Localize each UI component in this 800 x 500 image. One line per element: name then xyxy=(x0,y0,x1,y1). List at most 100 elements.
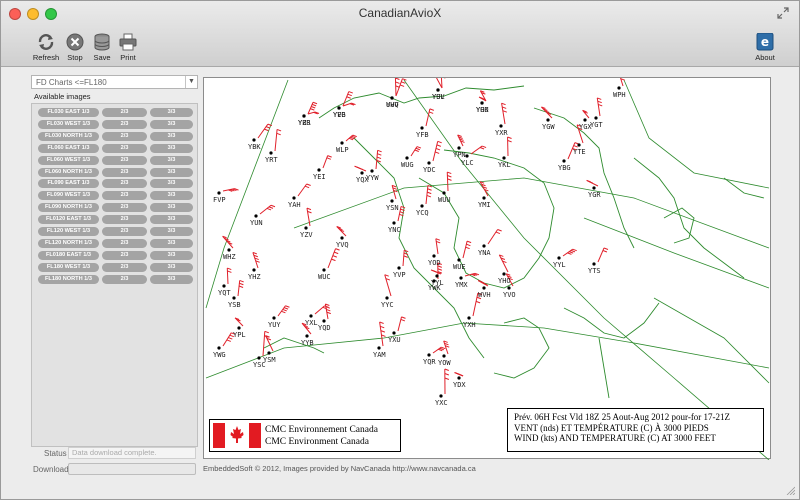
window-title: CanadianAvioX xyxy=(358,6,442,20)
wind-barb-tick xyxy=(447,171,452,175)
station-label: YBG xyxy=(558,164,571,172)
station-dot xyxy=(577,143,581,147)
image-part-2-button[interactable]: 2/3 xyxy=(102,131,147,141)
image-part-2-button[interactable]: 2/3 xyxy=(102,274,147,284)
image-part-1-button[interactable]: FL090 EAST 1/3 xyxy=(38,179,99,189)
station-label: YHO xyxy=(498,277,511,285)
image-part-2-button[interactable]: 2/3 xyxy=(102,155,147,165)
print-button[interactable]: Print xyxy=(111,33,145,62)
wind-barb-tick xyxy=(239,279,244,283)
wind-barb-tick xyxy=(395,78,400,80)
station-dot xyxy=(557,256,561,260)
wind-barb-tick xyxy=(436,144,442,147)
station-label: YOD xyxy=(428,259,441,267)
wind-barb-tick xyxy=(283,307,289,310)
chart-type-dropdown[interactable]: FD Charts <=FL180 ▼ xyxy=(31,75,198,89)
map-grid xyxy=(205,79,770,460)
image-part-3-button[interactable]: 3/3 xyxy=(150,143,193,153)
image-part-3-button[interactable]: 3/3 xyxy=(150,179,193,189)
wind-barb-tick xyxy=(276,128,282,132)
image-part-2-button[interactable]: 2/3 xyxy=(102,179,147,189)
image-part-3-button[interactable]: 3/3 xyxy=(150,203,193,213)
image-part-1-button[interactable]: FL060 NORTH 1/3 xyxy=(38,167,99,177)
image-part-2-button[interactable]: 2/3 xyxy=(102,250,147,260)
image-part-2-button[interactable]: 2/3 xyxy=(102,215,147,225)
footer-credit: EmbeddedSoft © 2012, Images provided by … xyxy=(203,464,476,473)
station-dot xyxy=(465,154,469,158)
image-part-3-button[interactable]: 3/3 xyxy=(150,191,193,201)
station-dot xyxy=(340,141,344,145)
image-part-1-button[interactable]: FL060 WEST 1/3 xyxy=(38,155,99,165)
image-part-2-button[interactable]: 2/3 xyxy=(102,238,147,248)
image-part-1-button[interactable]: FL0180 EAST 1/3 xyxy=(38,250,99,260)
resize-grip-icon[interactable] xyxy=(785,485,795,495)
wind-barb-tick xyxy=(444,377,450,380)
station-label: YYB xyxy=(301,339,314,347)
wind-barb-tick xyxy=(395,81,400,84)
wind-barb-tick xyxy=(266,207,272,211)
wind-barb-tick xyxy=(602,250,608,253)
wind-barb xyxy=(262,331,266,357)
about-button[interactable]: e About xyxy=(748,33,782,62)
image-part-2-button[interactable]: 2/3 xyxy=(102,167,147,177)
image-part-1-button[interactable]: FL120 WEST 1/3 xyxy=(38,227,99,236)
image-part-2-button[interactable]: 2/3 xyxy=(102,119,147,129)
image-part-3-button[interactable]: 3/3 xyxy=(150,274,193,284)
image-part-3-button[interactable]: 3/3 xyxy=(150,250,193,260)
image-part-3-button[interactable]: 3/3 xyxy=(150,215,193,225)
image-part-3-button[interactable]: 3/3 xyxy=(150,167,193,177)
chevron-down-icon[interactable]: ▼ xyxy=(185,76,197,88)
image-part-1-button[interactable]: FL180 WEST 1/3 xyxy=(38,262,99,272)
image-part-1-button[interactable]: FL030 WEST 1/3 xyxy=(38,119,99,129)
station-dot xyxy=(592,186,596,190)
image-part-2-button[interactable]: 2/3 xyxy=(102,227,147,236)
station-dot xyxy=(427,161,431,165)
wind-barb-tick xyxy=(265,126,271,129)
image-part-3-button[interactable]: 3/3 xyxy=(150,155,193,165)
printer-icon xyxy=(119,33,137,51)
station-label: YEI xyxy=(313,173,326,181)
wind-barb-tick xyxy=(311,103,317,107)
image-part-3-button[interactable]: 3/3 xyxy=(150,238,193,248)
wind-barb xyxy=(274,129,278,152)
wind-barb xyxy=(394,78,397,97)
image-row: FL060 NORTH 1/3 2/3 3/3 xyxy=(38,167,193,177)
agency-text: CMC Environnement Canada CMC Environment… xyxy=(265,425,378,447)
image-part-3-button[interactable]: 3/3 xyxy=(150,262,193,272)
image-part-2-button[interactable]: 2/3 xyxy=(102,108,147,117)
image-part-1-button[interactable]: FL090 NORTH 1/3 xyxy=(38,203,99,213)
image-part-3-button[interactable]: 3/3 xyxy=(150,108,193,117)
station-dot xyxy=(432,279,436,283)
image-part-1-button[interactable]: FL030 EAST 1/3 xyxy=(38,108,99,117)
image-part-3-button[interactable]: 3/3 xyxy=(150,119,193,129)
station-dot xyxy=(507,286,511,290)
image-part-1-button[interactable]: FL060 EAST 1/3 xyxy=(38,143,99,153)
wind-barb xyxy=(446,172,449,192)
station-label: YQR xyxy=(423,358,436,366)
image-part-3-button[interactable]: 3/3 xyxy=(150,227,193,236)
wind-barb xyxy=(379,321,384,347)
wind-barb-tick xyxy=(475,300,481,304)
wind-barb-tick xyxy=(428,111,434,114)
wind-barb-tick xyxy=(227,270,232,273)
image-row: FL0180 EAST 1/3 2/3 3/3 xyxy=(38,250,193,260)
wind-temperature-map: YZSYVBUHQYSVYHOWPHYRTYBK WLPYFB YXRYGW YGXY… xyxy=(205,78,770,460)
image-part-1-button[interactable]: FL090 WEST 1/3 xyxy=(38,191,99,201)
image-part-1-button[interactable]: FL120 NORTH 1/3 xyxy=(38,238,99,248)
image-part-3-button[interactable]: 3/3 xyxy=(150,131,193,141)
image-part-1-button[interactable]: FL0120 EAST 1/3 xyxy=(38,215,99,225)
wind-barb xyxy=(435,238,439,255)
station-dot xyxy=(390,96,394,100)
image-part-2-button[interactable]: 2/3 xyxy=(102,262,147,272)
wind-barb xyxy=(265,335,274,352)
station-label: YGK xyxy=(476,106,489,114)
wind-barb-tick xyxy=(348,91,353,94)
fullscreen-icon[interactable] xyxy=(777,7,789,19)
image-part-2-button[interactable]: 2/3 xyxy=(102,203,147,213)
app-window: CanadianAvioX Refresh Stop Save Print e … xyxy=(0,0,800,500)
image-part-2-button[interactable]: 2/3 xyxy=(102,191,147,201)
image-part-2-button[interactable]: 2/3 xyxy=(102,143,147,153)
image-part-1-button[interactable]: FL030 NORTH 1/3 xyxy=(38,131,99,141)
refresh-icon xyxy=(38,34,54,50)
image-part-1-button[interactable]: FL180 NORTH 1/3 xyxy=(38,274,99,284)
